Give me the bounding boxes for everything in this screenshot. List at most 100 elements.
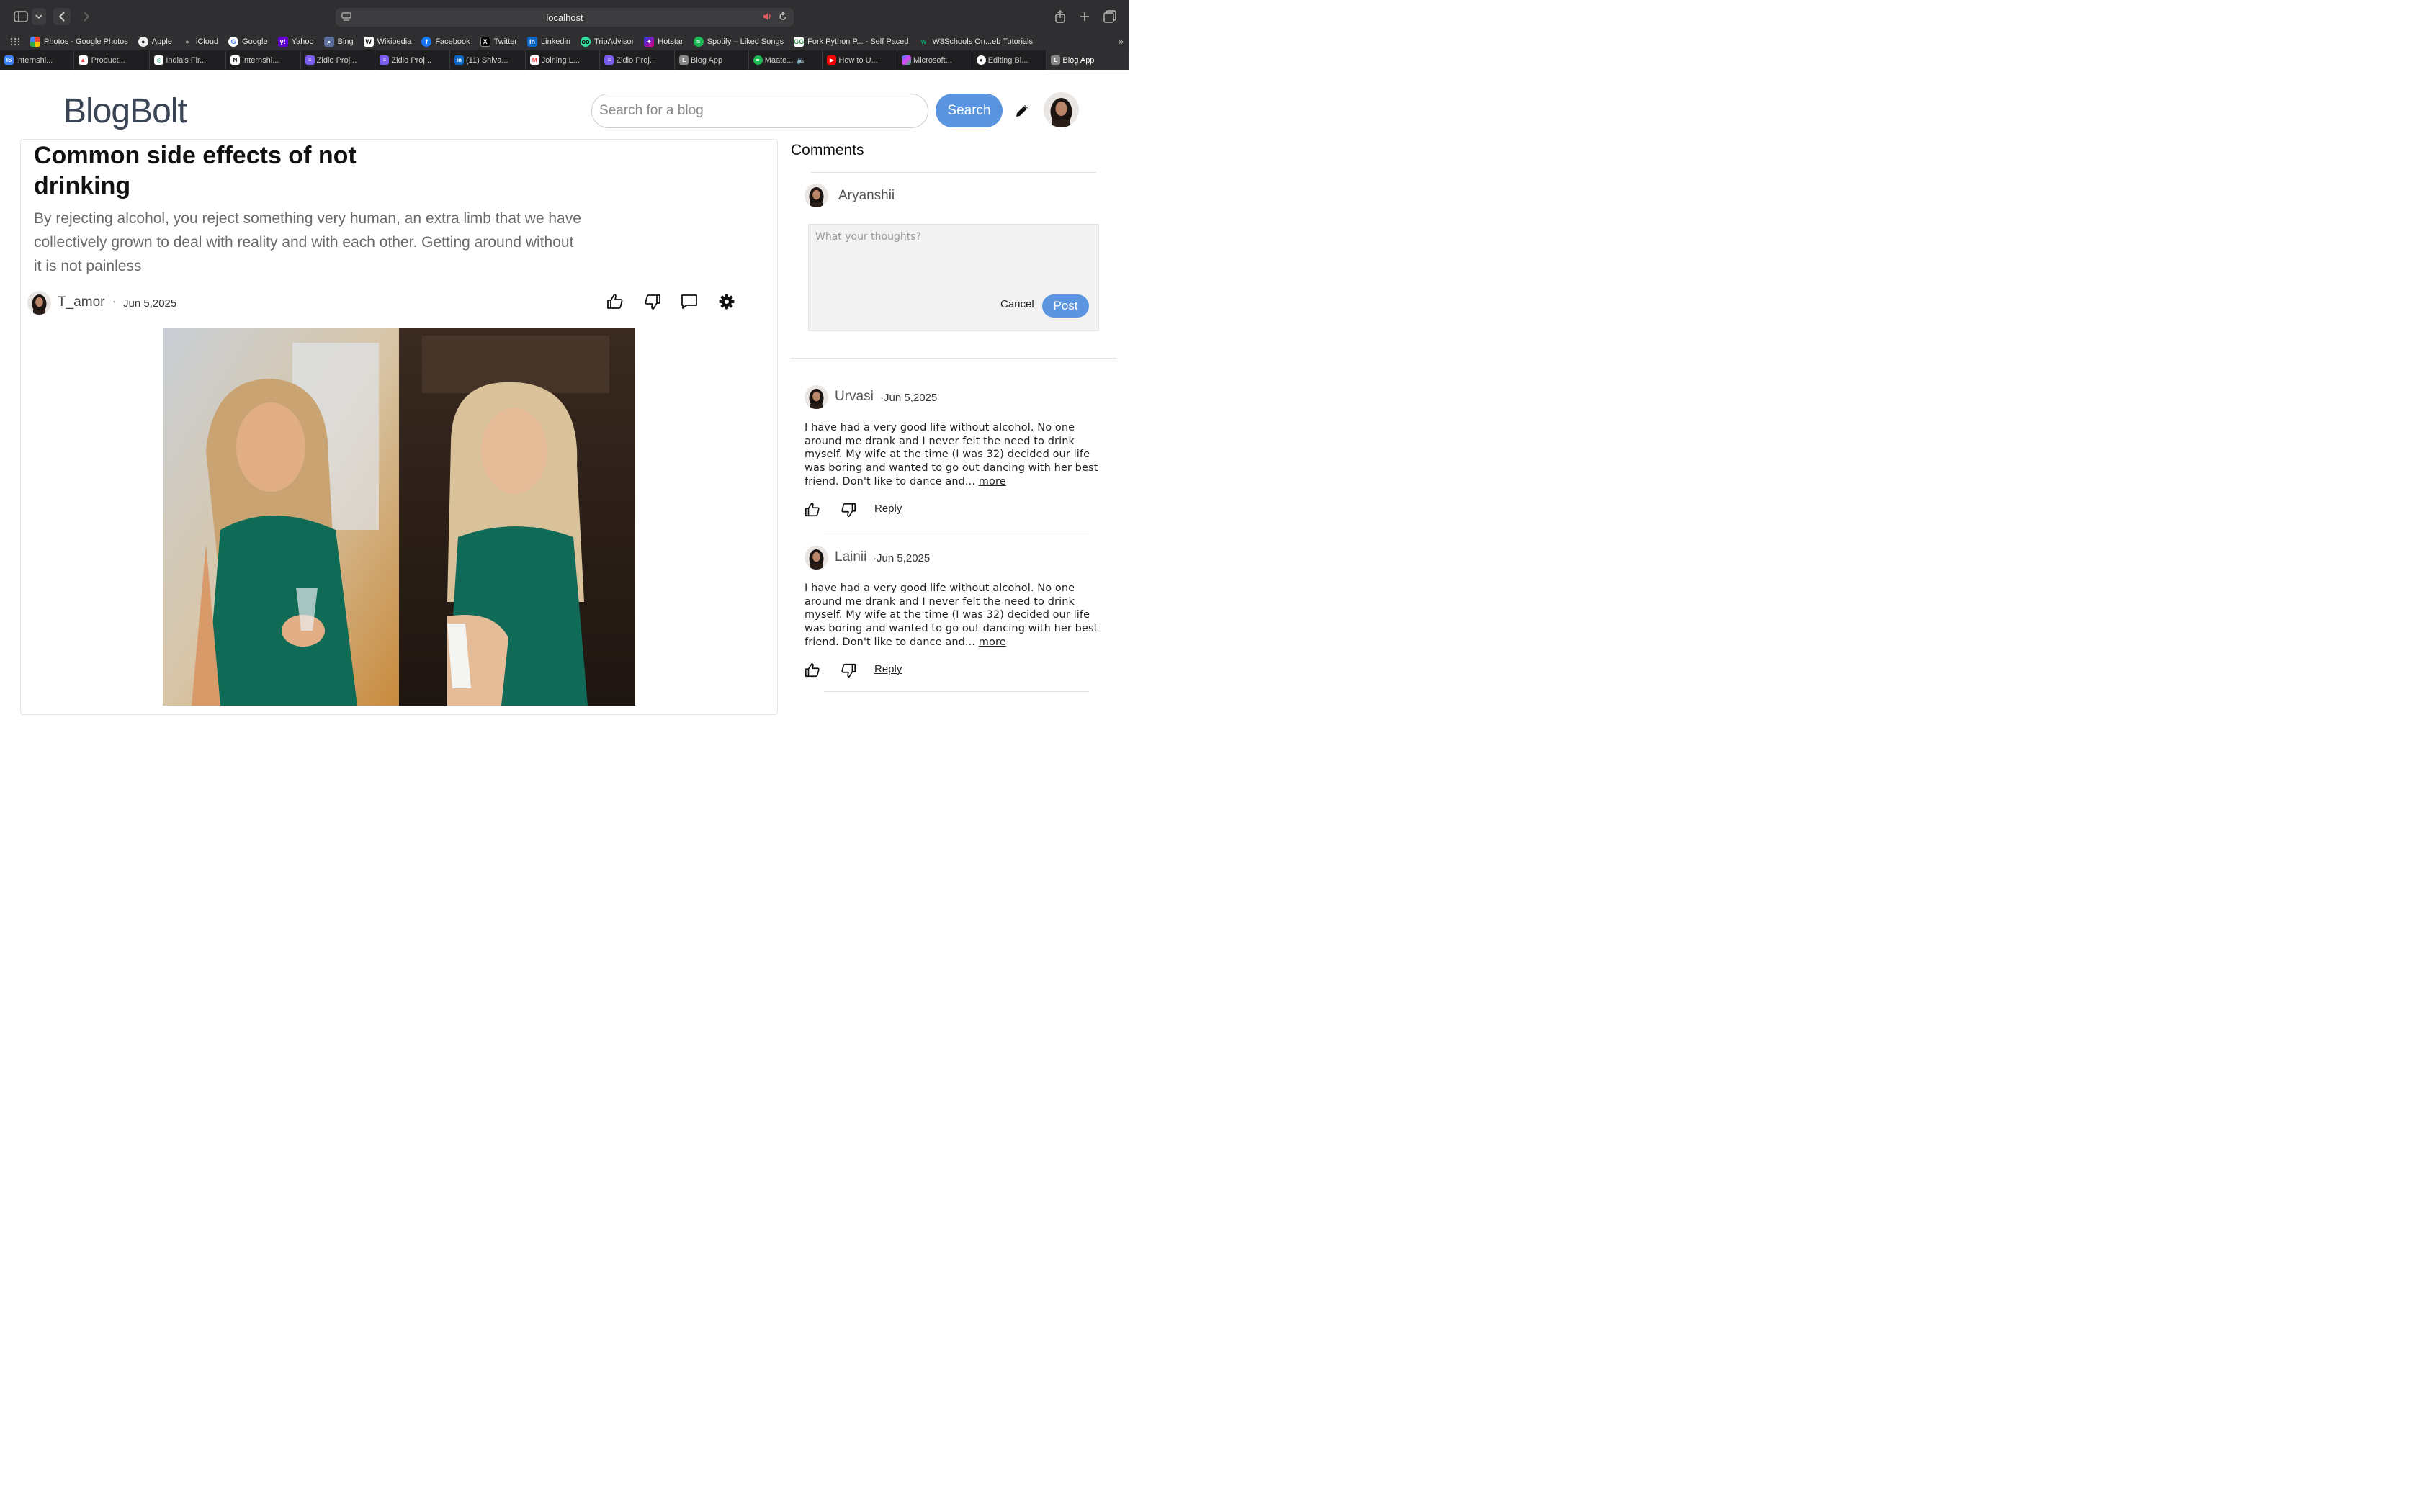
author-name[interactable]: T_amor — [58, 294, 104, 310]
thumbs-down-icon[interactable] — [841, 662, 856, 678]
bookmark-icloud[interactable]: ● iCloud — [182, 37, 218, 47]
search-input[interactable] — [591, 94, 928, 128]
more-link[interactable]: more — [979, 636, 1006, 648]
tab-label: Blog App — [691, 55, 723, 65]
user-avatar[interactable] — [1044, 92, 1079, 127]
tab-active[interactable]: L Blog App — [1047, 50, 1130, 70]
tab[interactable]: ≡ Zidio Proj... — [600, 50, 676, 70]
commenter-avatar[interactable] — [805, 546, 828, 570]
bookmark-google-photos[interactable]: Photos - Google Photos — [30, 37, 128, 47]
comments-heading: Comments — [791, 142, 864, 158]
tab[interactable]: Microsoft... — [897, 50, 972, 70]
tab[interactable]: M Joining L... — [526, 50, 601, 70]
youtube-icon: ▶ — [827, 55, 837, 65]
facebook-icon: f — [421, 37, 432, 47]
bookmark-label: Hotstar — [658, 37, 684, 46]
pencil-icon[interactable] — [1014, 103, 1030, 119]
internshala-icon: IS — [4, 55, 14, 65]
share-icon[interactable] — [1053, 8, 1067, 25]
bookmark-yahoo[interactable]: y! Yahoo — [277, 37, 314, 47]
tab[interactable]: ● Editing Bl... — [972, 50, 1047, 70]
tab[interactable]: ≡ Zidio Proj... — [375, 50, 451, 70]
chevron-down-icon[interactable] — [32, 8, 46, 25]
reply-link[interactable]: Reply — [874, 663, 902, 675]
bookmark-facebook[interactable]: f Facebook — [421, 37, 470, 47]
tab[interactable]: in (11) Shiva... — [450, 50, 526, 70]
tab[interactable]: N Internshi... — [226, 50, 301, 70]
bookmark-wikipedia[interactable]: W Wikipedia — [363, 37, 411, 47]
post-date: Jun 5,2025 — [123, 297, 177, 310]
thumbs-up-icon[interactable] — [805, 662, 820, 678]
tab[interactable]: ▶ How to U... — [823, 50, 898, 70]
bookmark-google[interactable]: G Google — [228, 37, 268, 47]
speaker-icon[interactable]: 🔈 — [796, 55, 806, 65]
thumbs-up-icon[interactable] — [606, 293, 624, 310]
spotify-icon: ≈ — [693, 37, 704, 47]
new-tab-icon[interactable] — [1077, 8, 1092, 25]
tab[interactable]: ≈ Maate... 🔈 — [749, 50, 823, 70]
post-comment-button[interactable]: Post — [1042, 294, 1089, 318]
tab[interactable]: ▲ Product... — [74, 50, 151, 70]
comment-icon[interactable] — [681, 293, 698, 310]
tab[interactable]: IS Internshi... — [0, 50, 74, 70]
bookmark-w3schools[interactable]: w W3Schools On...eb Tutorials — [919, 37, 1033, 47]
browser-toolbar: localhost — [0, 0, 1129, 33]
commenter-name[interactable]: Urvasi — [835, 389, 874, 405]
more-bookmarks-icon[interactable]: » — [1119, 36, 1124, 47]
bookmark-tripadvisor[interactable]: oo TripAdvisor — [581, 37, 634, 47]
bookmark-bing[interactable]: ⌕ Bing — [323, 37, 354, 47]
bookmark-twitter[interactable]: X Twitter — [480, 37, 517, 47]
spotify-icon: ≈ — [753, 55, 763, 65]
geeksforgeeks-icon: GG — [794, 37, 805, 47]
bookmark-geeksforgeeks[interactable]: GG Fork Python P... - Self Paced — [794, 37, 909, 47]
address-bar[interactable]: localhost — [336, 8, 794, 27]
apps-grid-icon[interactable] — [10, 37, 20, 46]
comment-input[interactable] — [815, 231, 1089, 274]
more-link[interactable]: more — [979, 476, 1006, 487]
site-logo[interactable]: BlogBolt — [63, 91, 187, 131]
tab[interactable]: L Blog App — [675, 50, 749, 70]
commenter-name[interactable]: Lainii — [835, 549, 866, 565]
x-twitter-icon: X — [480, 37, 490, 47]
apple-icon: ● — [185, 38, 189, 45]
bookmark-label: Linkedin — [541, 37, 571, 46]
tab-label: Internshi... — [242, 55, 279, 65]
tab-label: Product... — [91, 55, 125, 65]
github-icon: ● — [976, 55, 986, 65]
bookmark-spotify[interactable]: ≈ Spotify – Liked Songs — [693, 37, 784, 47]
back-icon[interactable] — [53, 8, 71, 25]
w3schools-icon: w — [921, 38, 927, 45]
gear-icon[interactable] — [718, 293, 735, 310]
reply-link[interactable]: Reply — [874, 503, 902, 515]
cancel-button[interactable]: Cancel — [1000, 298, 1034, 310]
bookmark-label: Bing — [337, 37, 354, 46]
speaker-icon[interactable] — [762, 12, 772, 24]
comment-body: I have had a very good life without alco… — [805, 422, 1098, 487]
sidebar-toggle-icon[interactable] — [13, 8, 29, 25]
tab[interactable]: ◎ India's Fir... — [150, 50, 226, 70]
thumbs-down-icon[interactable] — [841, 502, 856, 518]
bookmark-apple[interactable]: ● Apple — [138, 37, 172, 47]
tripadvisor-icon: oo — [581, 37, 591, 47]
tab-overview-icon[interactable] — [1103, 8, 1117, 25]
site-icon: ◎ — [154, 55, 164, 65]
comment-date: ·Jun 5,2025 — [880, 392, 938, 404]
bookmark-label: TripAdvisor — [594, 37, 635, 46]
author-avatar[interactable] — [27, 291, 51, 315]
comment-text: I have had a very good life without alco… — [805, 582, 1101, 649]
bookmark-linkedin[interactable]: in Linkedin — [527, 37, 570, 47]
thumbs-up-icon[interactable] — [805, 502, 820, 518]
search-button[interactable]: Search — [936, 94, 1003, 127]
thumbs-down-icon[interactable] — [644, 293, 661, 310]
separator-dot: · — [112, 295, 116, 307]
commenter-avatar[interactable] — [805, 385, 828, 409]
bookmark-hotstar[interactable]: ✦ Hotstar — [644, 37, 684, 47]
reload-icon[interactable] — [778, 12, 788, 24]
tab[interactable]: ≡ Zidio Proj... — [301, 50, 376, 70]
tab-label: Internshi... — [16, 55, 53, 65]
notion-icon: N — [230, 55, 240, 65]
forward-icon[interactable] — [78, 8, 95, 25]
divider — [791, 358, 1116, 359]
page-menu-icon[interactable] — [341, 12, 351, 24]
bookmark-label: Twitter — [493, 37, 518, 46]
